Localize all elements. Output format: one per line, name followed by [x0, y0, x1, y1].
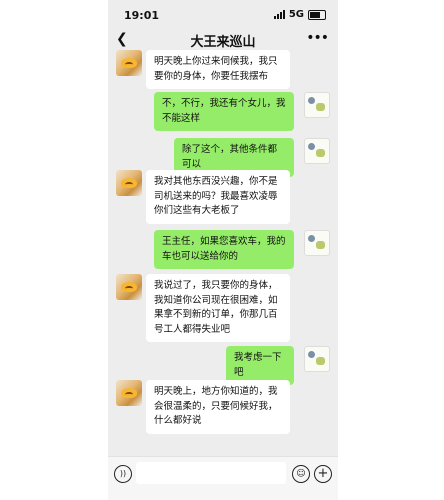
plus-icon[interactable]: +	[314, 465, 332, 483]
message-list: 明天晚上你过来伺候我，我只要你的身体，你要任我摆布 不，不行，我还有个女儿，我不…	[108, 50, 338, 456]
input-bar: )) ☺ +	[108, 456, 338, 500]
message-bubble[interactable]: 不，不行，我还有个女儿，我不能这样	[154, 92, 294, 131]
chat-screen: 19:01 5G ❮ 大王来巡山 ••• 明天晚上你过来伺候我，我只要你的身体，…	[108, 0, 338, 500]
contact-avatar[interactable]	[116, 50, 142, 76]
status-bar: 19:01 5G	[108, 0, 338, 28]
status-time: 19:01	[124, 9, 160, 22]
message-bubble[interactable]: 明天晚上，地方你知道的，我会很温柔的，只要伺候好我，什么都好说	[146, 380, 290, 434]
my-avatar[interactable]	[304, 138, 330, 164]
battery-icon	[308, 9, 326, 20]
message-bubble[interactable]: 明天晚上你过来伺候我，我只要你的身体，你要任我摆布	[146, 50, 290, 89]
contact-avatar[interactable]	[116, 380, 142, 406]
contact-avatar[interactable]	[116, 170, 142, 196]
network-label: 5G	[288, 9, 304, 20]
my-avatar[interactable]	[304, 92, 330, 118]
chat-header: ❮ 大王来巡山 •••	[108, 28, 338, 52]
signal-icon	[273, 10, 285, 19]
message-bubble[interactable]: 王主任，如果您喜欢车，我的车也可以送给你的	[154, 230, 294, 269]
message-bubble[interactable]: 我说过了，我只要你的身体，我知道你公司现在很困难，如果拿不到新的订单，你那几百号…	[146, 274, 290, 342]
message-input[interactable]	[136, 462, 286, 484]
emoji-icon[interactable]: ☺	[292, 465, 310, 483]
my-avatar[interactable]	[304, 230, 330, 256]
message-bubble[interactable]: 我对其他东西没兴趣，你不是司机送来的吗？我最喜欢凌辱你们这些有大老板了	[146, 170, 290, 224]
status-icons: 5G	[273, 9, 326, 20]
my-avatar[interactable]	[304, 346, 330, 372]
more-dots-icon[interactable]: •••	[306, 30, 329, 46]
voice-icon[interactable]: ))	[114, 465, 132, 483]
contact-avatar[interactable]	[116, 274, 142, 300]
chat-title: 大王来巡山	[190, 35, 256, 50]
